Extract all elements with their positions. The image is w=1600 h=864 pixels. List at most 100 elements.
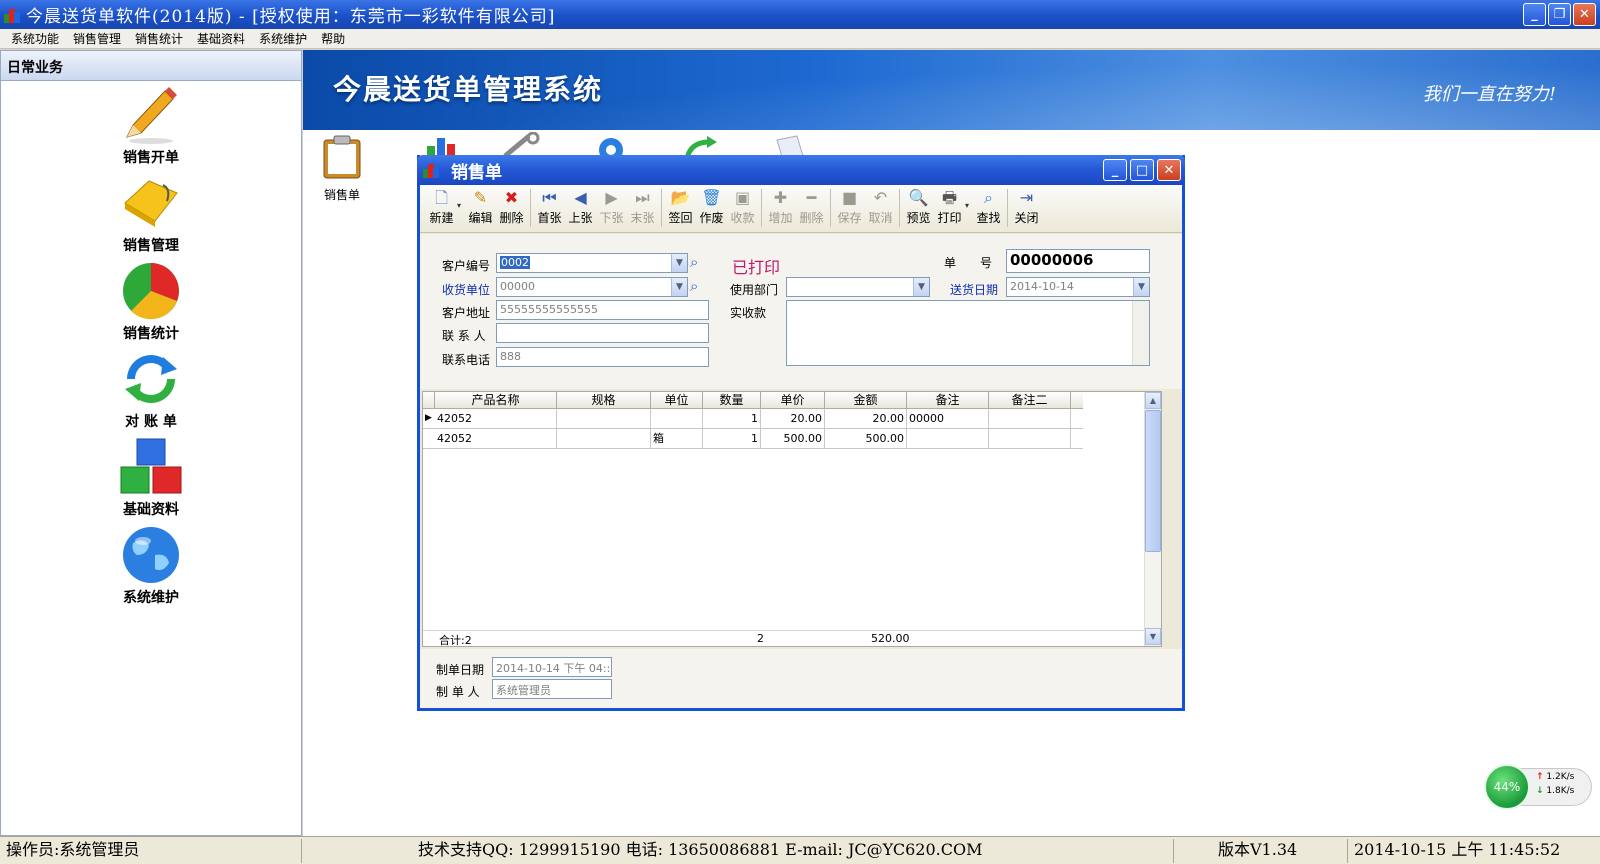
chevron-down-icon[interactable]: ▼ xyxy=(1133,278,1149,296)
remove-icon: ━ xyxy=(806,188,817,207)
remove-row-button[interactable]: ━ 删除 xyxy=(796,189,827,226)
address-input[interactable]: 55555555555555 xyxy=(496,300,709,320)
maker-field[interactable]: 系统管理员 xyxy=(492,679,612,699)
cancel-icon: ↶ xyxy=(873,188,888,207)
receive-button[interactable]: ▣ 收款 xyxy=(727,189,758,226)
clipboard-icon xyxy=(323,135,361,179)
col-note2[interactable]: 备注二 xyxy=(989,392,1071,408)
scroll-thumb[interactable] xyxy=(1145,410,1161,552)
next-button[interactable]: ▶ 下张 xyxy=(596,189,627,226)
receiver-label: 收货单位 xyxy=(442,283,491,297)
preview-button[interactable]: 🔍 预览 xyxy=(903,189,934,226)
void-button[interactable]: 🗑 作废 xyxy=(696,189,727,226)
chevron-down-icon[interactable]: ▼ xyxy=(913,278,929,296)
new-dropdown-arrow[interactable]: ▾ xyxy=(457,189,465,210)
col-product[interactable]: 产品名称 xyxy=(435,392,557,408)
close-door-icon: ⇥ xyxy=(1019,188,1034,207)
cancel-button[interactable]: ↶ 取消 xyxy=(865,189,896,226)
table-row[interactable]: 42052 1 20.00 20.00 00000 xyxy=(423,409,1083,429)
print-dropdown-arrow[interactable]: ▾ xyxy=(965,189,973,210)
customer-code-input[interactable]: 0002 ▼ xyxy=(496,253,688,273)
sidebar: 日常业务 销售开单 销售管理 销售统计 对 账 单 基础资料 系统维护 xyxy=(0,50,302,836)
print-button[interactable]: 🖶 打印 xyxy=(934,189,965,226)
operator-status: 操作员:系统管理员 xyxy=(0,839,302,863)
made-date-label: 制单日期 xyxy=(436,663,485,677)
quick-sales-order[interactable]: 销售单 xyxy=(307,134,377,203)
grid-vertical-scrollbar[interactable]: ▲ ▼ xyxy=(1144,392,1161,646)
find-button[interactable]: ⌕ 查找 xyxy=(973,189,1004,226)
sidebar-item-maintenance[interactable]: 系统维护 xyxy=(1,525,301,611)
status-bar: 操作员:系统管理员 技术支持QQ: 1299915190 电话: 1365008… xyxy=(0,836,1600,864)
delivery-date-picker[interactable]: 2014-10-14 ▼ xyxy=(1006,277,1150,297)
made-date-field[interactable]: 2014-10-14 下午 04:: xyxy=(492,657,612,677)
menu-maintenance[interactable]: 系统维护 xyxy=(252,30,314,47)
receiver-search-icon[interactable]: ⌕ xyxy=(690,277,698,295)
bill-no-field[interactable]: 00000006 xyxy=(1006,249,1150,273)
add-row-button[interactable]: ✚ 增加 xyxy=(765,189,796,226)
edit-icon: ✎ xyxy=(473,188,488,207)
dialog-title: 销售单 xyxy=(451,162,502,183)
sidebar-item-base-data[interactable]: 基础资料 xyxy=(1,437,301,523)
col-note[interactable]: 备注 xyxy=(907,392,989,408)
folder-icon xyxy=(124,180,178,227)
minimize-button[interactable]: _ xyxy=(1523,3,1546,26)
scroll-up-icon[interactable]: ▲ xyxy=(1145,392,1161,409)
receiver-input[interactable]: 00000 ▼ xyxy=(496,277,688,297)
contact-input[interactable] xyxy=(496,323,709,343)
col-unit[interactable]: 单位 xyxy=(651,392,703,408)
menu-sales-stats[interactable]: 销售统计 xyxy=(128,30,190,47)
support-info: 技术支持QQ: 1299915190 电话: 13650086881 E-mai… xyxy=(302,839,1174,863)
sign-back-button[interactable]: 📂 签回 xyxy=(665,189,696,226)
sidebar-item-sales-manage[interactable]: 销售管理 xyxy=(1,173,301,259)
last-button[interactable]: ⏭ 末张 xyxy=(627,189,658,226)
pie-chart-icon xyxy=(123,263,179,320)
paid-memo-field[interactable] xyxy=(786,300,1150,366)
edit-button[interactable]: ✎ 编辑 xyxy=(465,189,496,226)
dialog-toolbar: 🗋 新建 ▾ ✎ 编辑 ✖ 删除 ⏮ 首张 ◀ 上张 ▶ 下张 ⏭ 末张 📂 签回 🗑 作废 ▣ 收… xyxy=(420,185,1182,233)
new-button[interactable]: 🗋 新建 xyxy=(426,189,457,226)
dept-select[interactable]: ▼ xyxy=(786,277,930,297)
upload-arrow-icon: ↑ xyxy=(1536,772,1544,782)
customer-search-icon[interactable]: ⌕ xyxy=(690,253,698,271)
col-qty[interactable]: 数量 xyxy=(703,392,761,408)
sidebar-item-sales-order[interactable]: 销售开单 xyxy=(1,85,301,171)
download-arrow-icon: ↓ xyxy=(1536,786,1544,796)
menu-system[interactable]: 系统功能 xyxy=(4,30,66,47)
dialog-maximize-button[interactable]: □ xyxy=(1130,159,1154,181)
scroll-down-icon[interactable]: ▼ xyxy=(1145,628,1161,645)
bill-no-label: 单 号 xyxy=(944,256,993,270)
first-button[interactable]: ⏮ 首张 xyxy=(534,189,565,226)
title-bar: 今晨送货单软件(2014版) - [授权使用：东莞市一彩软件有限公司] _ ❐ … xyxy=(0,0,1600,29)
col-spec[interactable]: 规格 xyxy=(557,392,651,408)
phone-input[interactable]: 888 xyxy=(496,347,709,367)
chevron-down-icon[interactable]: ▼ xyxy=(671,254,687,272)
refresh-arrows-icon xyxy=(125,355,177,403)
table-row[interactable]: 42052 箱 1 500.00 500.00 xyxy=(423,429,1083,449)
restore-button[interactable]: ❐ xyxy=(1548,3,1571,26)
menu-sales-manage[interactable]: 销售管理 xyxy=(66,30,128,47)
order-meta: 制单日期 2014-10-14 下午 04:: 制 单 人 系统管理员 xyxy=(420,649,1182,708)
globe-icon xyxy=(123,527,179,583)
menu-base-data[interactable]: 基础资料 xyxy=(190,30,252,47)
total-qty: 2 xyxy=(757,632,764,645)
row-count: 合计:2 xyxy=(439,634,472,647)
dialog-close-button[interactable]: ✕ xyxy=(1157,159,1181,181)
network-monitor[interactable]: 44% ↑ 1.2K/s ↓ 1.8K/s xyxy=(1484,764,1592,810)
prev-icon: ◀ xyxy=(574,188,587,207)
sidebar-item-sales-stats[interactable]: 销售统计 xyxy=(1,261,301,347)
dialog-minimize-button[interactable]: _ xyxy=(1103,159,1127,181)
chevron-down-icon[interactable]: ▼ xyxy=(671,278,687,296)
sidebar-item-statement[interactable]: 对 账 单 xyxy=(1,349,301,435)
col-amount[interactable]: 金额 xyxy=(825,392,907,408)
banner: 今晨送货单管理系统 我们一直在努力! xyxy=(303,50,1600,130)
close-button[interactable]: ✕ xyxy=(1573,3,1596,26)
close-dialog-button[interactable]: ⇥ 关闭 xyxy=(1011,189,1042,226)
sign-back-icon: 📂 xyxy=(670,188,691,207)
menu-help[interactable]: 帮助 xyxy=(314,30,352,47)
memo-scrollbar[interactable] xyxy=(1132,301,1149,365)
save-button[interactable]: ■ 保存 xyxy=(834,189,865,226)
prev-button[interactable]: ◀ 上张 xyxy=(565,189,596,226)
col-price[interactable]: 单价 xyxy=(761,392,825,408)
dialog-title-bar: 销售单 _ □ ✕ xyxy=(417,155,1185,185)
delete-button[interactable]: ✖ 删除 xyxy=(496,189,527,226)
